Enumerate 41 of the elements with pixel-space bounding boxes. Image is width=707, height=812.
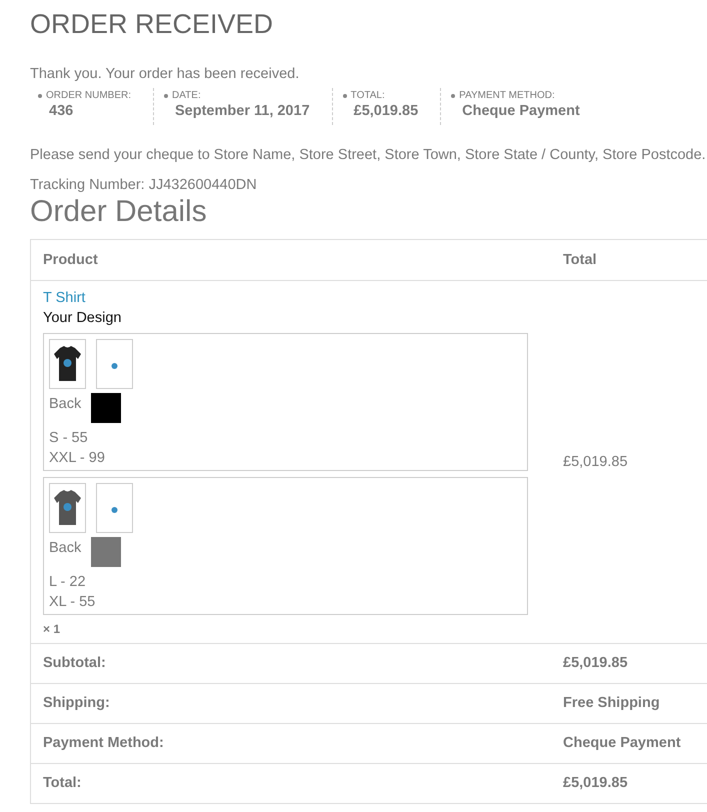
overview-value: September 11, 2017 <box>174 103 310 119</box>
bullet-icon <box>38 94 42 98</box>
overview-value: £5,019.85 <box>352 103 418 119</box>
overview-label: TOTAL: <box>350 90 385 101</box>
size-quantity: L - 22 <box>49 573 87 592</box>
tshirt-thumbnail <box>49 483 86 533</box>
bullet-icon <box>342 94 347 98</box>
payment-instructions: Please send your cheque to Store Name, Store Street, Store Town, Store State / County, Store Postcode. <box>30 146 707 165</box>
quantity: × 1 <box>43 621 62 637</box>
design-side: Back <box>49 539 82 558</box>
size-quantity: XXL - 99 <box>49 449 106 468</box>
totals-label: Shipping: <box>43 695 110 711</box>
overview-value: Cheque Payment <box>461 103 580 119</box>
totals-value: Cheque Payment <box>563 735 681 751</box>
totals-label: Payment Method: <box>43 735 164 751</box>
thank-you-message: Thank you. Your order has been received. <box>30 65 300 84</box>
bullet-icon <box>164 94 168 98</box>
totals-value: Free Shipping <box>563 695 660 711</box>
design-thumbnail <box>96 339 133 389</box>
overview-label: ORDER NUMBER: <box>46 90 132 101</box>
overview-value: 436 <box>48 103 74 119</box>
page-title: ORDER RECEIVED <box>30 8 274 41</box>
product-link[interactable]: T Shirt <box>43 288 86 308</box>
overview-label: PAYMENT METHOD: <box>459 90 555 101</box>
totals-value: £5,019.85 <box>563 655 628 671</box>
overview-label: DATE: <box>172 90 201 101</box>
size-quantity: XL - 55 <box>49 593 96 612</box>
bullet-icon <box>451 94 456 98</box>
column-header: Total <box>563 252 597 268</box>
column-header: Product <box>43 252 98 268</box>
tracking-number: Tracking Number: JJ432600440DN <box>30 176 258 195</box>
section-heading: Order Details <box>30 195 208 229</box>
line-total: £5,019.85 <box>563 454 628 470</box>
size-quantity: S - 55 <box>49 429 89 448</box>
product-subtitle: Your Design <box>43 309 122 328</box>
design-thumbnail <box>96 483 133 533</box>
tshirt-thumbnail <box>49 339 86 389</box>
totals-label: Subtotal: <box>43 655 106 671</box>
totals-label: Total: <box>43 775 82 791</box>
design-side: Back <box>49 395 82 414</box>
totals-value: £5,019.85 <box>563 775 628 791</box>
